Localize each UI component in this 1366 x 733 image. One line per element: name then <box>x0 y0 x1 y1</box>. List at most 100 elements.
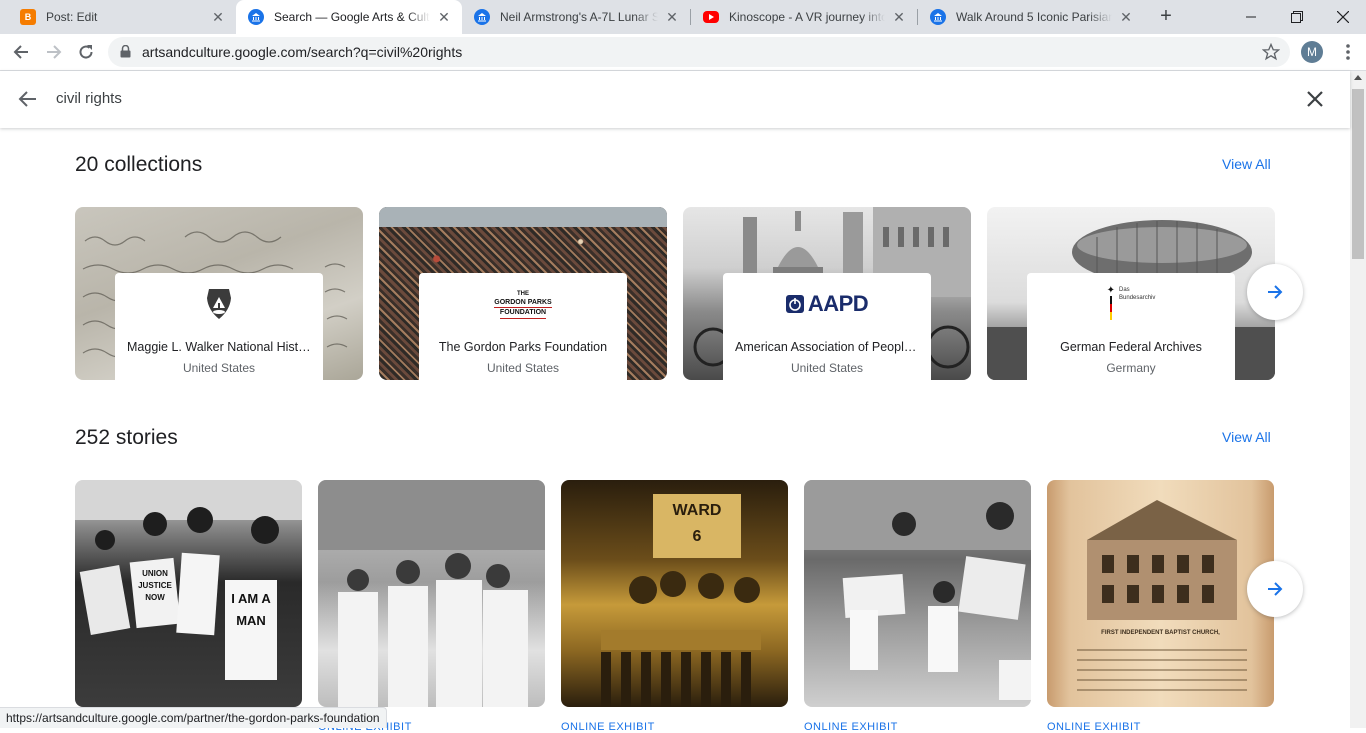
story-card[interactable]: I AM A MAN UNION JUSTICE NOW <box>75 480 302 707</box>
more-vert-icon <box>1346 44 1350 60</box>
restore-button[interactable] <box>1274 0 1320 34</box>
tab-title: Kinoscope - A VR journey into <box>729 10 885 24</box>
collection-card[interactable]: ✦ Das Bundesarchiv German Federal Archiv… <box>987 207 1275 380</box>
logo-text: Das <box>1119 287 1130 293</box>
story-type-label: ONLINE EXHIBIT <box>804 721 898 733</box>
close-tab-icon[interactable]: ✕ <box>664 9 680 25</box>
collection-country: United States <box>182 361 256 375</box>
minimize-button[interactable] <box>1228 0 1274 34</box>
bundesarchiv-logo: ✦ Das Bundesarchiv <box>1027 283 1235 325</box>
arrow-right-icon <box>1268 582 1283 596</box>
collection-name: Maggie L. Walker National Historic Site <box>127 340 311 354</box>
collection-country: United States <box>790 361 864 375</box>
nps-arrowhead-icon <box>115 283 323 325</box>
collection-card[interactable]: Maggie L. Walker National Historic Site … <box>75 207 363 380</box>
page-scrollbar[interactable] <box>1350 71 1366 728</box>
scroll-up-arrow-icon[interactable] <box>1354 75 1362 80</box>
stories-view-all-link[interactable]: View All <box>1222 429 1271 445</box>
bookmark-star-icon[interactable] <box>1262 43 1280 61</box>
story-card[interactable]: FIRST INDEPENDENT BAPTIST CHURCH, <box>1047 480 1274 707</box>
restore-icon <box>1291 11 1303 23</box>
logo-text: FOUNDATION <box>499 308 547 319</box>
close-tab-icon[interactable]: ✕ <box>891 9 907 25</box>
gordon-parks-logo: THE GORDON PARKS FOUNDATION <box>419 283 627 325</box>
close-icon <box>1337 11 1349 23</box>
collection-info-panel: THE GORDON PARKS FOUNDATION The Gordon P… <box>419 273 627 380</box>
crowd-sky <box>379 207 667 227</box>
reload-button[interactable] <box>72 38 100 66</box>
back-arrow-icon <box>18 91 36 107</box>
forward-button[interactable] <box>40 38 68 66</box>
minimize-icon <box>1246 16 1256 18</box>
collection-info-panel: ✦ Das Bundesarchiv German Federal Archiv… <box>1027 273 1235 380</box>
church-caption: FIRST INDEPENDENT BAPTIST CHURCH, <box>1101 630 1220 636</box>
power-icon <box>785 295 804 313</box>
scrollbar-thumb[interactable] <box>1352 89 1364 259</box>
collection-info-panel: Maggie L. Walker National Historic Site … <box>115 273 323 380</box>
profile-avatar[interactable]: M <box>1301 41 1323 63</box>
address-bar[interactable]: artsandculture.google.com/search?q=civil… <box>108 37 1290 67</box>
logo-text: AAPD <box>807 291 869 316</box>
forward-arrow-icon <box>47 45 62 59</box>
collection-name: American Association of People with Disa… <box>735 340 919 354</box>
search-query-input[interactable]: civil rights <box>56 90 122 107</box>
aapd-logo: AAPD <box>723 283 931 325</box>
tab-post-edit[interactable]: B Post: Edit ✕ <box>8 0 236 34</box>
story-card[interactable] <box>318 480 545 707</box>
logo-text: GORDON PARKS <box>494 298 552 308</box>
close-tab-icon[interactable]: ✕ <box>1118 9 1134 25</box>
clear-search-button[interactable] <box>1303 87 1327 111</box>
collections-view-all-link[interactable]: View All <box>1222 156 1271 172</box>
children-march-photo-image <box>804 480 1031 700</box>
story-card[interactable] <box>804 480 1031 707</box>
tab-armstrong-spacesuit[interactable]: Neil Armstrong's A-7L Lunar Spacesuit ✕ <box>462 0 690 34</box>
church-engraving-image <box>1077 500 1247 691</box>
tab-search-arts-culture[interactable]: Search — Google Arts & Culture ✕ <box>236 0 462 34</box>
close-tab-icon[interactable]: ✕ <box>436 9 452 25</box>
url-text: artsandculture.google.com/search?q=civil… <box>142 44 463 60</box>
collection-info-panel: AAPD American Association of People with… <box>723 273 931 380</box>
tab-kinoscope[interactable]: Kinoscope - A VR journey into ✕ <box>691 0 917 34</box>
arts-culture-icon <box>930 9 946 25</box>
logo-text: THE <box>517 290 529 297</box>
back-arrow-icon <box>13 45 28 59</box>
search-back-button[interactable] <box>16 87 40 111</box>
protest-sign-text: I AM A MAN <box>231 591 271 628</box>
story-card[interactable]: WARD 6 <box>561 480 788 707</box>
protest-sign-text: UNION JUSTICE NOW <box>138 569 172 602</box>
collection-card[interactable]: THE GORDON PARKS FOUNDATION The Gordon P… <box>379 207 667 380</box>
collection-card[interactable]: AAPD American Association of People with… <box>683 207 971 380</box>
close-window-button[interactable] <box>1320 0 1366 34</box>
collection-name: German Federal Archives <box>1060 340 1202 354</box>
stories-heading: 252 stories <box>75 426 178 449</box>
tab-title: Post: Edit <box>46 10 98 24</box>
tab-parisian-walk[interactable]: Walk Around 5 Iconic Parisian ✕ <box>918 0 1144 34</box>
link-hover-status-bar: https://artsandculture.google.com/partne… <box>0 707 387 728</box>
eagle-icon: ✦ <box>1106 285 1116 296</box>
story-type-label: ONLINE EXHIBIT <box>561 721 655 733</box>
arts-culture-icon <box>474 9 490 25</box>
logo-text: Bundesarchiv <box>1119 295 1156 301</box>
lock-icon <box>120 45 131 58</box>
back-button[interactable] <box>7 38 35 66</box>
stories-next-button[interactable] <box>1247 561 1303 617</box>
tab-title: Search — Google Arts & Culture <box>274 10 430 24</box>
arts-culture-icon <box>248 9 264 25</box>
story-type-label: ONLINE EXHIBIT <box>1047 721 1141 733</box>
new-tab-button[interactable]: + <box>1154 5 1178 29</box>
collections-next-button[interactable] <box>1247 264 1303 320</box>
crowd-photo-image <box>318 480 545 707</box>
collections-heading: 20 collections <box>75 153 203 176</box>
arrow-right-icon <box>1268 285 1283 299</box>
ward-sign-number: 6 <box>692 528 702 545</box>
browser-menu-button[interactable] <box>1340 42 1356 62</box>
collection-name: The Gordon Parks Foundation <box>438 340 608 354</box>
tab-strip: B Post: Edit ✕ Search — Google Arts & Cu… <box>0 0 1366 34</box>
browser-toolbar: artsandculture.google.com/search?q=civil… <box>0 34 1366 71</box>
page-search-bar: civil rights <box>0 71 1350 128</box>
close-tab-icon[interactable]: ✕ <box>210 9 226 25</box>
collection-country: Germany <box>1106 361 1156 375</box>
blogger-icon: B <box>20 9 36 25</box>
reload-icon <box>79 45 93 59</box>
ward-sign-text: WARD <box>672 502 722 519</box>
